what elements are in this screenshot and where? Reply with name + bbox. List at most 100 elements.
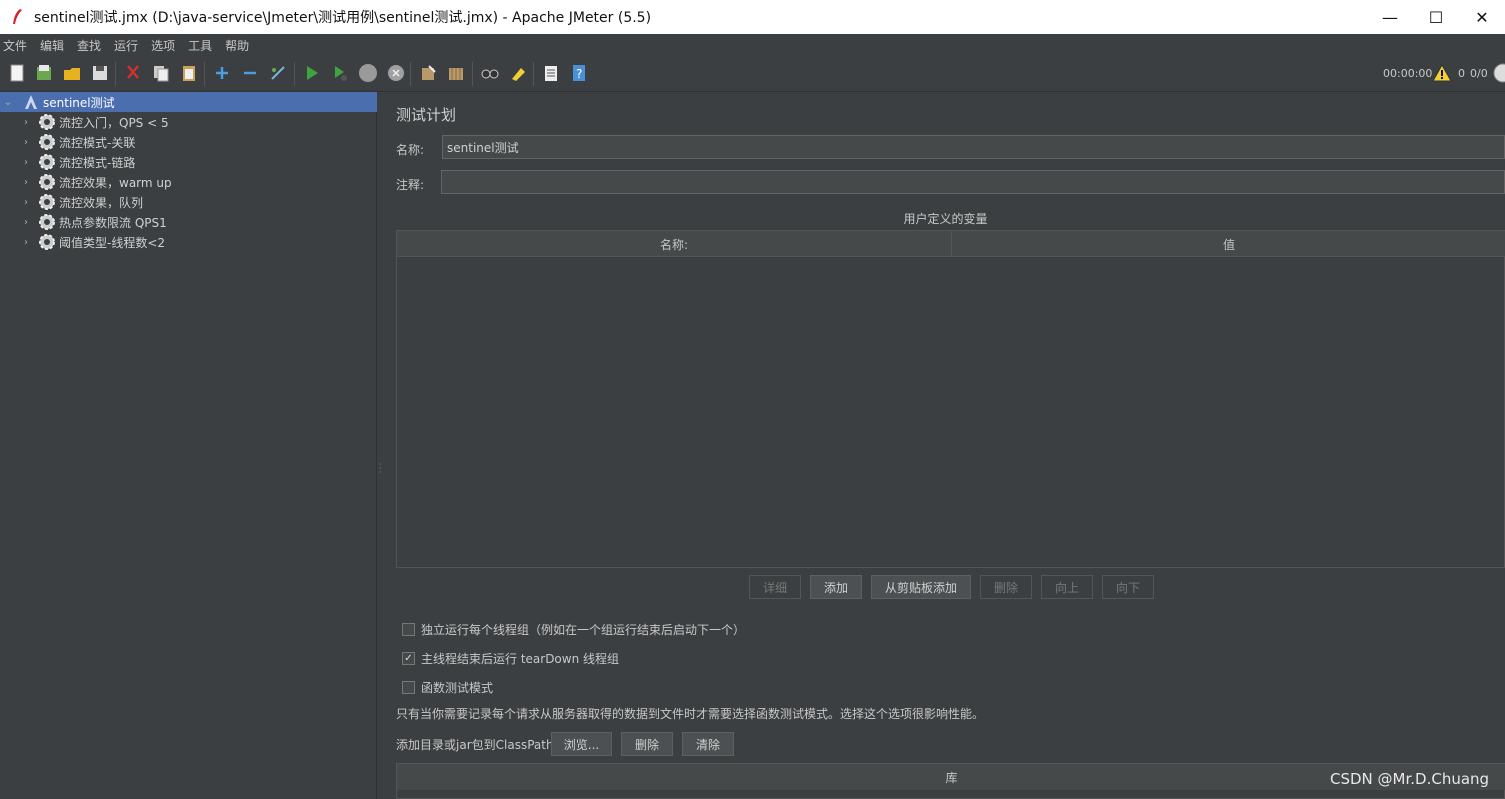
- serialize-checkbox[interactable]: [402, 623, 415, 636]
- chevron-right-icon[interactable]: ›: [20, 177, 32, 188]
- functional-mode-option[interactable]: 函数测试模式: [402, 679, 493, 696]
- chevron-right-icon[interactable]: ›: [20, 117, 32, 128]
- user-variables-table[interactable]: 名称: 值: [396, 230, 1505, 568]
- test-plan-tree: ⌄ sentinel测试 › 流控入门，QPS < 5 › 流控模式-关联 › …: [0, 92, 377, 799]
- tree-root-label: sentinel测试: [43, 95, 115, 110]
- name-label: 名称:: [396, 143, 425, 157]
- active-threads: 0/0: [1470, 67, 1488, 80]
- add-button[interactable]: 添加: [810, 575, 862, 599]
- tree-item-thread-group[interactable]: › 热点参数限流 QPS1: [0, 212, 377, 232]
- function-helper-icon[interactable]: [540, 62, 562, 84]
- comment-label: 注释:: [396, 178, 425, 192]
- gear-icon: [38, 173, 56, 191]
- clear-all-icon[interactable]: [445, 62, 467, 84]
- test-plan-icon: [22, 93, 40, 111]
- tree-item-thread-group[interactable]: › 流控效果，队列: [0, 192, 377, 212]
- tree-item-thread-group[interactable]: › 流控模式-关联: [0, 132, 377, 152]
- search-icon[interactable]: [479, 62, 501, 84]
- functional-mode-checkbox[interactable]: [402, 681, 415, 694]
- move-down-button[interactable]: 向下: [1102, 575, 1154, 599]
- tree-item-label: 流控效果，队列: [59, 195, 144, 210]
- gear-icon: [38, 193, 56, 211]
- teardown-label: 主线程结束后运行 tearDown 线程组: [421, 652, 620, 666]
- menu-tools[interactable]: 工具: [188, 37, 212, 54]
- teardown-option[interactable]: ✓ 主线程结束后运行 tearDown 线程组: [402, 650, 619, 667]
- templates-icon[interactable]: [33, 62, 55, 84]
- gear-icon: [38, 233, 56, 251]
- table-header: 名称: 值: [397, 231, 1505, 257]
- start-icon[interactable]: [301, 62, 323, 84]
- column-value-header[interactable]: 值: [952, 231, 1505, 257]
- svg-text:?: ?: [576, 67, 582, 81]
- detail-button[interactable]: 详细: [749, 575, 801, 599]
- paste-icon[interactable]: [178, 62, 200, 84]
- classpath-clear-button[interactable]: 清除: [682, 732, 734, 756]
- tree-item-label: 流控模式-链路: [59, 155, 136, 170]
- menu-run[interactable]: 运行: [114, 37, 138, 54]
- clear-icon[interactable]: [417, 62, 439, 84]
- shutdown-icon[interactable]: [385, 62, 407, 84]
- save-icon[interactable]: [89, 62, 111, 84]
- user-variables-caption: 用户定义的变量: [903, 212, 988, 226]
- gear-icon: [38, 133, 56, 151]
- close-button[interactable]: ✕: [1459, 0, 1505, 34]
- chevron-right-icon[interactable]: ›: [20, 197, 32, 208]
- comment-field[interactable]: [441, 170, 1505, 194]
- classpath-delete-button[interactable]: 删除: [621, 732, 673, 756]
- chevron-right-icon[interactable]: ›: [20, 217, 32, 228]
- gear-icon: [38, 113, 56, 131]
- warning-count: 0: [1458, 67, 1465, 80]
- menu-options[interactable]: 选项: [151, 37, 175, 54]
- toggle-icon[interactable]: [267, 62, 289, 84]
- serialize-label: 独立运行每个线程组（例如在一个组运行结束后启动下一个）: [421, 623, 746, 637]
- start-no-pause-icon[interactable]: [329, 62, 351, 84]
- test-plan-panel: 测试计划 名称: 注释: 用户定义的变量 名称: 值 详细 添加 从剪贴板添加 …: [386, 92, 1505, 799]
- chevron-right-icon[interactable]: ›: [20, 157, 32, 168]
- browse-button[interactable]: 浏览...: [551, 732, 612, 756]
- menu-bar: 文件 编辑 查找 运行 选项 工具 帮助: [0, 34, 1505, 56]
- tree-item-thread-group[interactable]: › 阈值类型-线程数<2: [0, 232, 377, 252]
- add-from-clipboard-button[interactable]: 从剪贴板添加: [871, 575, 971, 599]
- tree-item-label: 流控效果，warm up: [59, 175, 172, 190]
- tree-item-thread-group[interactable]: › 流控模式-链路: [0, 152, 377, 172]
- menu-edit[interactable]: 编辑: [40, 37, 64, 54]
- chevron-right-icon[interactable]: ›: [20, 137, 32, 148]
- name-field[interactable]: [442, 135, 1505, 159]
- tree-item-label: 热点参数限流 QPS1: [59, 215, 167, 230]
- gear-icon: [38, 213, 56, 231]
- tree-root-test-plan[interactable]: ⌄ sentinel测试: [0, 92, 377, 112]
- open-icon[interactable]: [61, 62, 83, 84]
- tree-item-label: 阈值类型-线程数<2: [59, 235, 166, 250]
- new-icon[interactable]: [6, 62, 28, 84]
- menu-help[interactable]: 帮助: [225, 37, 249, 54]
- elapsed-time: 00:00:00: [1383, 67, 1433, 80]
- chevron-right-icon[interactable]: ›: [20, 237, 32, 248]
- stop-icon[interactable]: [357, 62, 379, 84]
- delete-button[interactable]: 删除: [980, 575, 1032, 599]
- watermark: CSDN @Mr.D.Chuang: [1330, 770, 1490, 788]
- title-bar: sentinel测试.jmx (D:\java-service\Jmeter\测…: [0, 0, 1505, 34]
- move-up-button[interactable]: 向上: [1041, 575, 1093, 599]
- reset-search-icon[interactable]: [507, 62, 529, 84]
- serialize-thread-groups-option[interactable]: 独立运行每个线程组（例如在一个组运行结束后启动下一个）: [402, 621, 745, 638]
- drag-handle-icon[interactable]: · · ·: [379, 461, 383, 477]
- window-title: sentinel测试.jmx (D:\java-service\Jmeter\测…: [34, 10, 652, 26]
- tree-item-thread-group[interactable]: › 流控入门，QPS < 5: [0, 112, 377, 132]
- expand-icon[interactable]: [211, 62, 233, 84]
- teardown-checkbox[interactable]: ✓: [402, 652, 415, 665]
- tree-item-thread-group[interactable]: › 流控效果，warm up: [0, 172, 377, 192]
- maximize-button[interactable]: ☐: [1413, 0, 1459, 34]
- functional-mode-note: 只有当你需要记录每个请求从服务器取得的数据到文件时才需要选择函数测试模式。选择这…: [396, 707, 985, 721]
- cut-icon[interactable]: [122, 62, 144, 84]
- split-pane-divider[interactable]: [377, 92, 386, 799]
- menu-search[interactable]: 查找: [77, 37, 101, 54]
- copy-icon[interactable]: [150, 62, 172, 84]
- chevron-down-icon[interactable]: ⌄: [2, 97, 14, 108]
- minimize-button[interactable]: —: [1367, 0, 1413, 34]
- column-name-header[interactable]: 名称:: [397, 231, 952, 257]
- collapse-icon[interactable]: [239, 62, 261, 84]
- warning-icon[interactable]: [1432, 63, 1452, 85]
- gear-icon: [38, 153, 56, 171]
- menu-file[interactable]: 文件: [3, 37, 27, 54]
- help-icon[interactable]: ?: [568, 62, 590, 84]
